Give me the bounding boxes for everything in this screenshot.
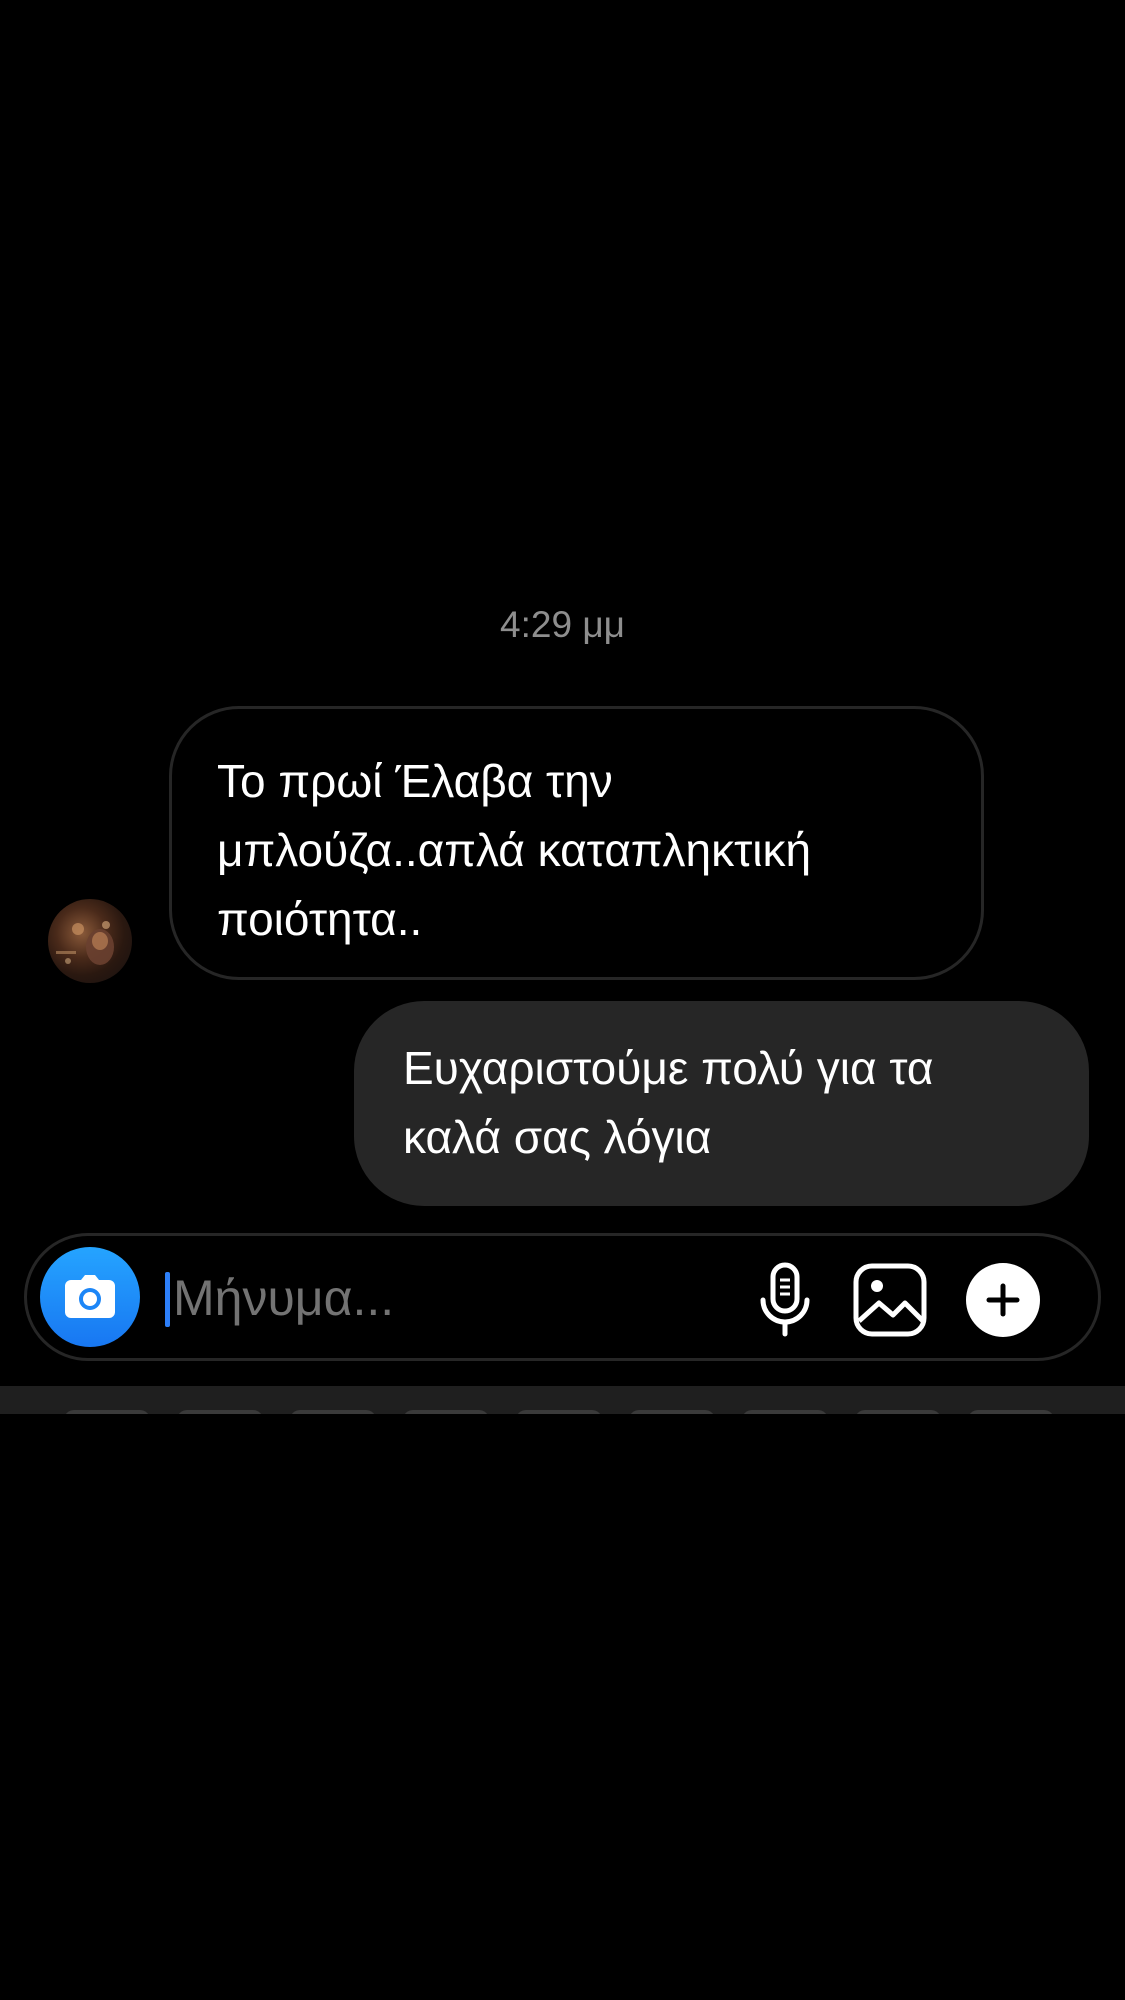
avatar-photo	[56, 921, 114, 965]
keyboard-key	[629, 1410, 715, 1414]
keyboard-key	[177, 1410, 263, 1414]
keyboard-key	[403, 1410, 489, 1414]
keyboard-key	[64, 1410, 150, 1414]
message-timestamp: 4:29 μμ	[500, 604, 625, 645]
keyboard-key	[290, 1410, 376, 1414]
more-options-button[interactable]	[963, 1260, 1043, 1340]
keyboard-key	[516, 1410, 602, 1414]
message-line: Το πρωί Έλαβα την	[217, 755, 613, 807]
incoming-message-bubble[interactable]: Το πρωί Έλαβα την μπλούζα..απλά καταπληκ…	[169, 706, 984, 980]
voice-message-button[interactable]	[745, 1260, 825, 1340]
message-input[interactable]	[173, 1262, 733, 1334]
plus-icon	[966, 1263, 1040, 1337]
camera-icon	[65, 1275, 115, 1318]
keyboard-key	[968, 1410, 1054, 1414]
outgoing-message-bubble[interactable]: Ευχαριστούμε πολύ για τα καλά σας λόγια	[354, 1001, 1089, 1206]
keyboard-key	[742, 1410, 828, 1414]
camera-button[interactable]	[40, 1247, 140, 1347]
message-line: ποιότητα..	[217, 893, 423, 945]
message-line: καλά σας λόγια	[403, 1111, 712, 1163]
microphone-icon	[760, 1262, 810, 1337]
gallery-icon	[853, 1263, 927, 1337]
contact-avatar[interactable]	[48, 899, 132, 983]
message-composer	[24, 1233, 1101, 1361]
keyboard-key	[855, 1410, 941, 1414]
message-line: Ευχαριστούμε πολύ για τα	[403, 1042, 934, 1094]
keyboard-edge	[0, 1386, 1125, 1414]
text-cursor	[165, 1272, 170, 1327]
message-line: μπλούζα..απλά καταπληκτική	[217, 824, 812, 876]
gallery-button[interactable]	[850, 1260, 930, 1340]
